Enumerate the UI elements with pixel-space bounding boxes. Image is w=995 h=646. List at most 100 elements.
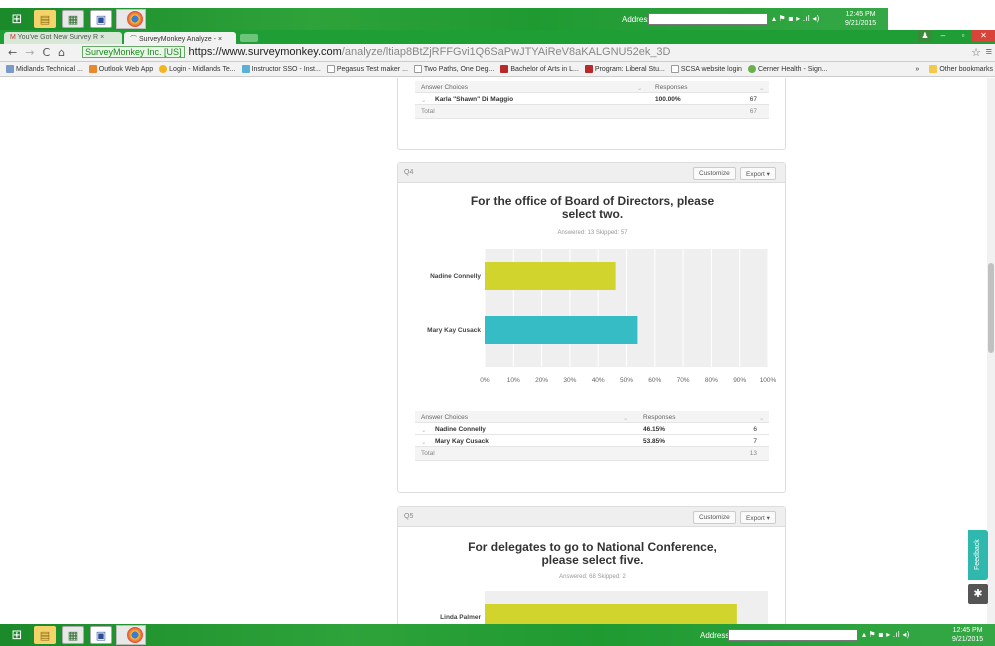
home-icon[interactable]: ⌂ [58,46,65,59]
page-icon [670,65,679,73]
document-app-icon[interactable]: ▣ [90,10,112,28]
address-input[interactable] [728,629,858,641]
bookmark-star-icon[interactable]: ☆ [971,46,981,59]
tab-close-icon[interactable]: × [218,36,222,43]
answered-skipped: Answered: 68 Skipped: 2 [559,574,626,580]
page-icon [413,65,422,73]
sort-icon[interactable]: ⌄ [623,414,628,422]
question-number: Q4 [404,169,414,176]
windows-start-icon[interactable]: ⊞ [6,626,28,644]
scrollbar-thumb[interactable] [988,263,994,353]
customize-button[interactable]: Customize [693,167,736,180]
table-row: ⌄ Nadine Connelly 46.15% 6 [415,423,769,435]
header-choices[interactable]: Answer Choices [421,84,468,91]
bookmark-item[interactable]: Two Paths, One Deg... [413,65,495,73]
total-label: Total [421,450,435,457]
user-icon[interactable]: ♟ [918,30,932,42]
chrome-taskbar-button[interactable] [116,9,146,29]
windows-start-icon[interactable]: ⊞ [6,10,28,28]
total-label: Total [421,108,435,115]
bookmark-item[interactable]: Pegasus Test maker ... [326,65,408,73]
page-scrollbar[interactable] [987,78,995,624]
document-app-icon[interactable]: ▣ [90,626,112,644]
title-line: For the office of Board of Directors, pl… [470,194,715,208]
restore-icon[interactable]: ▫ [954,30,972,42]
minimize-icon[interactable]: – [934,30,952,42]
tab-close-icon[interactable]: × [100,34,104,41]
spreadsheet-app-icon[interactable]: ▦ [62,10,84,28]
table-total-row: Total 13 [415,447,769,461]
chrome-menu-icon[interactable]: ≡ [986,46,992,58]
bookmark-item[interactable]: SCSA website login [670,65,742,73]
choice-count: 67 [749,96,757,103]
tab-survey-email[interactable]: M You've Got New Survey R × [4,32,122,44]
bug-icon[interactable]: ✱ [968,584,988,604]
bookmark-item[interactable]: Cerner Health - Sign... [747,65,828,73]
expand-icon[interactable]: ⌄ [421,438,426,446]
bookmark-item[interactable]: Midlands Technical ... [6,65,83,73]
url-bar[interactable]: SurveyMonkey Inc. [US] https://www.survey… [82,46,671,60]
bookmark-item[interactable]: Outlook Web App [88,65,154,73]
page-icon [326,65,335,73]
tick-label: 10% [507,377,520,384]
back-icon[interactable]: ← [8,46,17,59]
expand-icon[interactable]: ⌄ [421,426,426,434]
tick-label: 100% [760,377,777,384]
bar [485,262,616,290]
bookmarks-more-icon[interactable]: » [915,66,919,73]
export-button[interactable]: Export ▾ [740,511,776,524]
bookmark-favicon [159,65,168,73]
category-label: Nadine Connelly [430,273,481,280]
bookmark-item[interactable]: Instructor SSO - Inst... [241,65,321,73]
bookmark-item[interactable]: Program: Liberal Stu... [584,65,665,73]
tray-icons[interactable]: ▴ ⚑ ▪ ▸ .ıl ◂) [772,14,819,23]
file-explorer-icon[interactable]: ▤ [34,626,56,644]
sort-icon[interactable]: ⌄ [759,414,764,422]
bookmark-item[interactable]: Login - Midlands Te... [159,65,236,73]
choice-name: Mary Kay Cusack [435,438,489,445]
spreadsheet-app-icon[interactable]: ▦ [62,626,84,644]
secure-badge[interactable]: SurveyMonkey Inc. [US] [82,46,185,58]
table-row: ⌄ Mary Kay Cusack 53.85% 7 [415,435,769,447]
bookmark-label: Two Paths, One Deg... [423,65,495,73]
table-header: Answer Choices ⌄ Responses ⌄ [415,411,769,423]
clock-date: 9/21/2015 [952,636,984,643]
bar [485,604,737,624]
expand-icon[interactable]: ⌄ [421,96,426,104]
bookmark-label: Outlook Web App [98,65,154,73]
chrome-taskbar-button[interactable] [116,625,146,645]
header-responses[interactable]: Responses [655,84,688,91]
choice-pct: 100.00% [655,96,681,103]
reload-icon[interactable]: C [42,46,50,59]
sort-icon[interactable]: ⌄ [759,84,764,92]
customize-button[interactable]: Customize [693,511,736,524]
bookmark-label: Login - Midlands Te... [169,65,236,73]
header-responses[interactable]: Responses [643,414,676,421]
new-tab-button[interactable] [240,34,258,42]
address-label: Address [622,15,652,24]
bookmarks-bar: Midlands Technical ... Outlook Web App L… [0,62,995,77]
clock-date: 9/21/2015 [845,20,877,27]
export-button[interactable]: Export ▾ [740,167,776,180]
tray-clock: 12:45 PM 9/21/2015 [952,626,983,644]
bookmark-item[interactable]: Bachelor of Arts in L... [500,65,579,73]
tab-surveymonkey[interactable]: ⌒ SurveyMonkey Analyze - × [124,32,236,44]
bookmark-label: Pegasus Test maker ... [336,65,408,73]
header-choices[interactable]: Answer Choices [421,414,468,421]
forward-icon[interactable]: → [25,46,34,59]
choice-count: 7 [753,438,757,445]
chrome-icon [127,627,143,643]
address-input[interactable] [648,13,768,25]
tick-label: 20% [535,377,548,384]
close-window-icon[interactable]: ✕ [972,30,995,42]
file-explorer-icon[interactable]: ▤ [34,10,56,28]
sort-icon[interactable]: ⌄ [637,84,642,92]
feedback-tab[interactable]: Feedback [968,530,988,580]
tab-label: You've Got New Survey R [17,34,99,41]
bookmark-label: Cerner Health - Sign... [757,65,828,73]
choice-pct: 53.85% [643,438,666,445]
url-path: /analyze/ltiap8BtZjRFFGvi1Q6SaPwJTYAiReV… [341,46,671,58]
other-bookmarks[interactable]: » Other bookmarks [915,65,993,73]
choice-name: Nadine Connelly [435,426,486,433]
tray-icons[interactable]: ▴ ⚑ ▪ ▸ .ıl ◂) [862,630,909,639]
